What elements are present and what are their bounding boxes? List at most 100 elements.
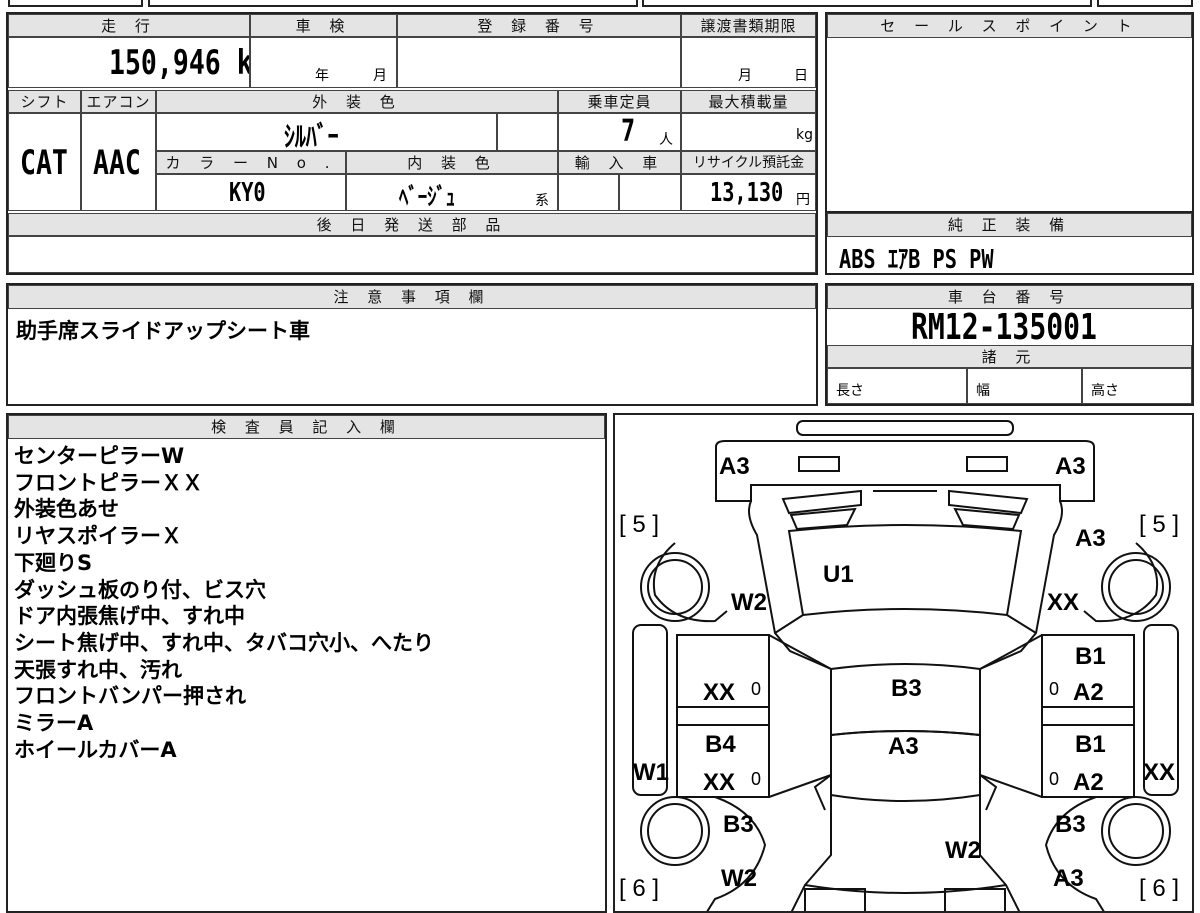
recycle-cell: 13,130 円 — [681, 173, 816, 211]
width-label: 幅 — [976, 383, 990, 399]
mark-tire-fr: [ 5 ] — [1139, 511, 1180, 538]
inspector-header: 検 査 員 記 入 欄 — [8, 415, 605, 439]
int-color-value: ﾍﾞｰｼﾞｭ — [399, 183, 456, 211]
inspector-line: 天張すれ中、汚れ — [14, 657, 182, 682]
top-strip-right — [1097, 0, 1193, 7]
shaken-cell: 年 月 — [250, 36, 397, 88]
ext-color-extra-cell — [497, 112, 558, 151]
notes-text: 助手席スライドアップシート車 — [16, 319, 310, 343]
capacity-unit: 人 — [659, 132, 673, 148]
inspector-line: シート焦げ中、すれ中、タバコ穴小、へたり — [14, 630, 434, 655]
inspector-line: ダッシュ板のり付、ビス穴 — [14, 577, 266, 602]
width-cell: 幅 — [967, 367, 1082, 404]
notes-header: 注 意 事 項 欄 — [8, 285, 816, 309]
color-no-header: カ ラ ー N o . — [156, 151, 346, 175]
mark-fender-right-xx: XX — [1047, 589, 1080, 616]
registration-header: 登 録 番 号 — [397, 14, 681, 38]
inspector-box: 検 査 員 記 入 欄 センターピラーW フロントピラーＸＸ 外装色あせ リヤス… — [6, 413, 607, 913]
mark-rear-right-b3: B3 — [1055, 811, 1086, 838]
mark-rear-right-a3: A3 — [1053, 865, 1084, 892]
mileage-value: 150,946 km — [109, 43, 249, 83]
mark-windshield: U1 — [823, 561, 854, 588]
mark-roof-front: B3 — [891, 675, 922, 702]
import-cell-a — [558, 173, 619, 211]
spec-header: 諸 元 — [827, 345, 1192, 369]
mark-tire-rl: [ 6 ] — [619, 875, 660, 902]
capacity-header: 乗車定員 — [558, 90, 681, 114]
ac-header: エアコン — [81, 90, 156, 114]
transfer-deadline-header: 譲渡書類期限 — [681, 14, 816, 38]
import-header: 輸 入 車 — [558, 151, 681, 175]
ext-color-value: ｼﾙﾊﾞｰ — [284, 120, 339, 151]
inspector-line: 外装色あせ — [14, 497, 119, 522]
mileage-cell: 150,946 km — [8, 36, 250, 88]
color-no-value: KY0 — [229, 178, 266, 208]
shift-header: シフト — [8, 90, 81, 114]
height-cell: 高さ — [1082, 367, 1192, 404]
mark-door-rr-zero: 0 — [1049, 769, 1060, 789]
mark-front-right: A3 — [1055, 453, 1086, 480]
mark-pillar-left: W1 — [633, 759, 669, 786]
mark-door-rl-b4: B4 — [705, 731, 736, 758]
later-parts-header: 後 日 発 送 部 品 — [8, 213, 816, 237]
mark-fender-right-a3: A3 — [1075, 525, 1106, 552]
mark-tire-fl: [ 5 ] — [619, 511, 660, 538]
recycle-unit: 円 — [796, 192, 810, 208]
mark-door-fl-zero: 0 — [751, 679, 762, 699]
inspector-line: ミラーA — [14, 711, 94, 736]
mark-door-fr-zero: 0 — [1049, 679, 1060, 699]
ac-value: AAC — [93, 143, 141, 183]
shift-value: CAT — [20, 143, 68, 183]
capacity-value: 7 — [621, 114, 636, 149]
car-diagram-box: A3 A3 [ 5 ] [ 5 ] U1 W2 A3 XX B3 A3 XX 0… — [613, 413, 1194, 913]
load-header: 最大積載量 — [681, 90, 816, 114]
mark-fender-left: W2 — [731, 589, 767, 616]
top-strip-mid2 — [642, 0, 1092, 7]
load-unit: kg — [796, 127, 813, 143]
int-color-suffix: 系 — [535, 193, 549, 209]
ext-color-header: 外 装 色 — [156, 90, 558, 114]
mark-door-rl-xx: XX — [703, 769, 736, 796]
inspector-line: ホイールカバーA — [14, 737, 177, 762]
inspector-lines: センターピラーW フロントピラーＸＸ 外装色あせ リヤスポイラーＸ 下廻りS ダ… — [14, 443, 434, 763]
inspector-line: フロントバンパー押され — [14, 684, 247, 709]
import-cell-b — [619, 173, 681, 211]
recycle-header: リサイクル預託金 — [681, 151, 816, 175]
shift-cell: CAT — [8, 112, 81, 211]
equipment-value: ABS ｴｱB PS PW — [839, 245, 994, 275]
registration-cell — [397, 36, 681, 88]
height-label: 高さ — [1091, 383, 1119, 399]
inspector-line: リヤスポイラーＸ — [14, 524, 182, 549]
mileage-header: 走 行 — [8, 14, 250, 38]
mark-rear-center-w2: W2 — [945, 837, 981, 864]
car-outline — [632, 420, 1179, 911]
chassis-number: RM12-135001 — [911, 307, 1097, 348]
mark-pillar-right: XX — [1143, 759, 1176, 786]
chassis-header: 車 台 番 号 — [827, 285, 1192, 309]
sales-point-box: セ ー ル ス ポ イ ン ト — [825, 12, 1194, 213]
int-color-header: 内 装 色 — [346, 151, 558, 175]
capacity-cell: 7 人 — [558, 112, 681, 151]
mark-roof-rear: A3 — [888, 733, 919, 760]
length-cell: 長さ — [827, 367, 967, 404]
int-color-cell: ﾍﾞｰｼﾞｭ 系 — [346, 173, 558, 211]
equipment-box: 純 正 装 備 ABS ｴｱB PS PW — [825, 211, 1194, 275]
transfer-month: 月 — [738, 68, 752, 84]
mark-door-fr-b1: B1 — [1075, 643, 1106, 670]
mark-rear-left-w2: W2 — [721, 865, 757, 892]
transfer-cell: 月 日 — [681, 36, 816, 88]
inspector-line: センターピラーW — [14, 444, 185, 468]
mark-door-rr-b1: B1 — [1075, 731, 1106, 758]
recycle-value: 13,130 — [710, 178, 784, 208]
spec-grid: 走 行 車 検 登 録 番 号 譲渡書類期限 150,946 km 年 月 月 … — [6, 12, 818, 275]
equipment-header: 純 正 装 備 — [827, 213, 1192, 237]
length-label: 長さ — [836, 383, 864, 399]
mark-door-fr-a2: A2 — [1073, 679, 1104, 706]
mark-door-rr-a2: A2 — [1073, 769, 1104, 796]
ac-cell: AAC — [81, 112, 156, 211]
inspector-line: ドア内張焦げ中、すれ中 — [14, 604, 245, 629]
mark-door-fl: XX — [703, 679, 736, 706]
top-strip-left — [8, 0, 143, 7]
ext-color-cell: ｼﾙﾊﾞｰ — [156, 112, 497, 151]
sales-point-header: セ ー ル ス ポ イ ン ト — [827, 14, 1192, 38]
